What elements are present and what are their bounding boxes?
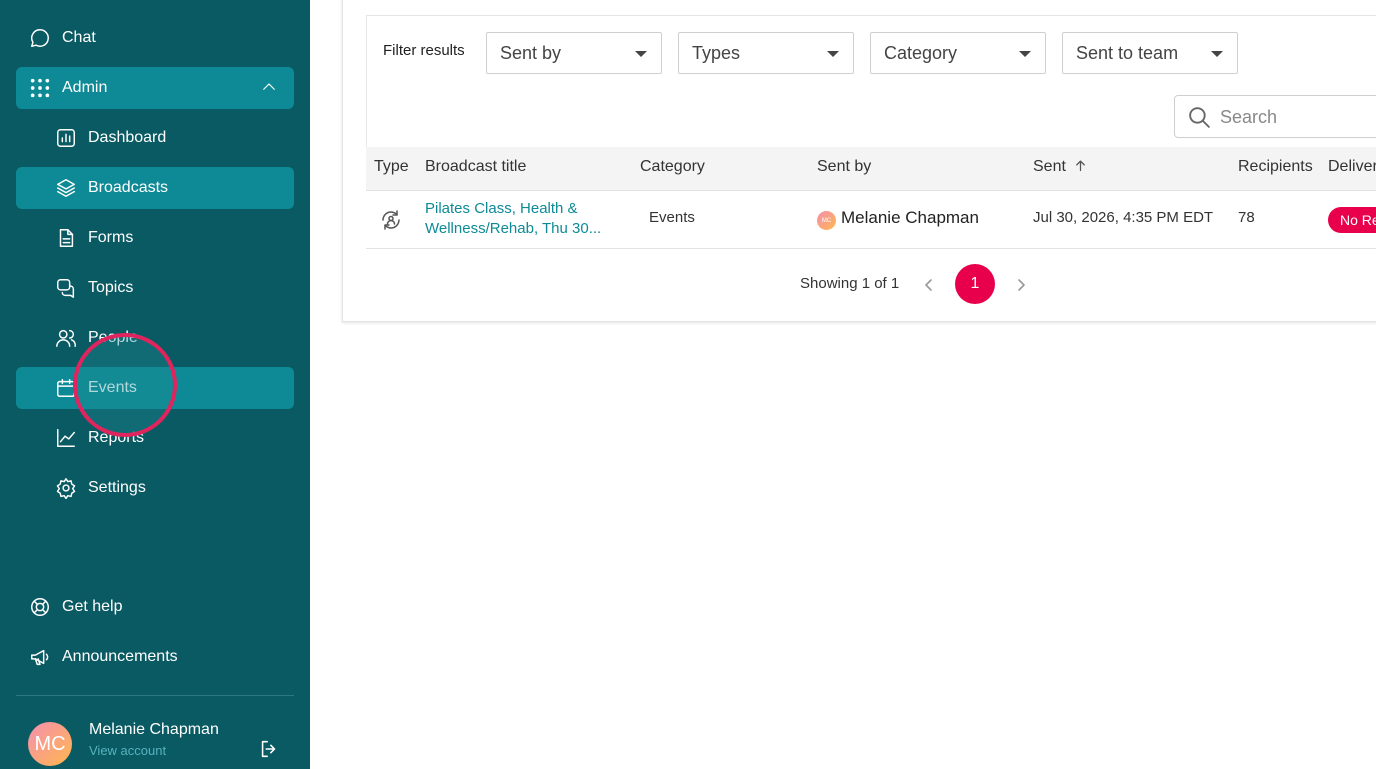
inner-border-left xyxy=(366,15,367,149)
category-dropdown[interactable]: Category xyxy=(870,32,1046,74)
people-icon xyxy=(54,326,78,350)
sidebar-item-label: Admin xyxy=(62,79,108,96)
caret-down-icon xyxy=(1211,51,1223,57)
sidebar-item-get-help[interactable]: Get help xyxy=(16,586,294,628)
sent-by-dropdown[interactable]: Sent by xyxy=(486,32,662,74)
megaphone-icon xyxy=(28,645,52,669)
caret-down-icon xyxy=(1019,51,1031,57)
sort-up-icon xyxy=(1076,160,1086,172)
user-name: Melanie Chapman xyxy=(89,721,219,738)
sidebar-item-label: Settings xyxy=(88,479,146,496)
pagination-summary: Showing 1 of 1 xyxy=(800,275,900,292)
search-icon xyxy=(1189,107,1210,128)
page-button-current[interactable]: 1 xyxy=(955,264,995,304)
sidebar-item-label: Announcements xyxy=(62,648,178,665)
sender-name: Melanie Chapman xyxy=(841,208,979,227)
column-header-category[interactable]: Category xyxy=(640,158,705,176)
sidebar-item-broadcasts[interactable]: Broadcasts xyxy=(16,167,294,209)
search-input[interactable] xyxy=(1220,104,1376,130)
chart-icon xyxy=(54,126,78,150)
view-account-link[interactable]: View account xyxy=(89,743,166,758)
calendar-icon xyxy=(54,376,78,400)
sidebar-item-people[interactable]: People xyxy=(16,317,294,359)
sidebar-item-label: People xyxy=(88,329,138,346)
sidebar-item-events[interactable]: Events xyxy=(16,367,294,409)
chevron-up-icon xyxy=(260,78,278,101)
document-icon xyxy=(54,226,78,250)
sidebar-item-forms[interactable]: Forms xyxy=(16,217,294,259)
dropdown-label: Category xyxy=(884,42,958,63)
avatar[interactable]: MC xyxy=(28,722,72,766)
grid-dots-icon xyxy=(28,76,52,100)
sender-avatar: MC xyxy=(817,211,836,230)
filter-label: Filter results xyxy=(383,42,465,59)
sidebar-item-settings[interactable]: Settings xyxy=(16,467,294,509)
sidebar-item-label: Chat xyxy=(62,29,96,46)
broadcast-title-link[interactable]: Pilates Class, Health & Wellness/Rehab, … xyxy=(425,199,625,239)
sent-date-cell: Jul 30, 2026, 4:35 PM EDT xyxy=(1033,209,1214,226)
column-header-sent-by[interactable]: Sent by xyxy=(817,158,871,176)
caret-down-icon xyxy=(635,51,647,57)
sidebar: Chat Admin Dashboard Broadcasts Forms To… xyxy=(0,0,310,769)
column-header-type[interactable]: Type xyxy=(374,158,409,176)
caret-down-icon xyxy=(827,51,839,57)
logout-icon[interactable] xyxy=(258,738,280,765)
sidebar-item-label: Get help xyxy=(62,598,123,615)
column-header-label: Sent xyxy=(1033,158,1066,175)
lifebuoy-icon xyxy=(28,595,52,619)
sent-to-team-dropdown[interactable]: Sent to team xyxy=(1062,32,1238,74)
status-badge: No Replies xyxy=(1328,207,1376,233)
sidebar-item-admin[interactable]: Admin xyxy=(16,67,294,109)
sidebar-item-announcements[interactable]: Announcements xyxy=(16,636,294,678)
sidebar-item-label: Reports xyxy=(88,429,145,446)
types-dropdown[interactable]: Types xyxy=(678,32,854,74)
gear-icon xyxy=(54,476,78,500)
user-account: MC Melanie Chapman View account xyxy=(28,720,288,766)
sidebar-item-label: Forms xyxy=(88,229,134,246)
recurring-broadcast-icon xyxy=(379,208,403,237)
previous-page-icon[interactable] xyxy=(921,277,937,293)
trend-icon xyxy=(54,426,78,450)
dropdown-label: Types xyxy=(692,42,741,63)
chat-bubble-icon xyxy=(28,26,52,50)
column-header-title[interactable]: Broadcast title xyxy=(425,158,526,176)
chat-bubbles-icon xyxy=(54,276,78,300)
dropdown-label: Sent to team xyxy=(1076,42,1179,63)
sidebar-item-reports[interactable]: Reports xyxy=(16,417,294,459)
sidebar-item-label: Broadcasts xyxy=(88,179,169,196)
sidebar-item-chat[interactable]: Chat xyxy=(16,17,294,59)
sidebar-item-label: Topics xyxy=(88,279,134,296)
category-cell: Events xyxy=(649,209,695,226)
sidebar-item-label: Dashboard xyxy=(88,129,167,146)
sidebar-item-dashboard[interactable]: Dashboard xyxy=(16,117,294,159)
recipients-cell: 78 xyxy=(1238,209,1255,226)
inner-border-top xyxy=(366,15,1376,16)
column-header-delivery[interactable]: Delivery xyxy=(1328,158,1376,176)
layers-icon xyxy=(54,176,78,200)
column-header-sent[interactable]: Sent xyxy=(1033,158,1088,176)
column-header-recipients[interactable]: Recipients xyxy=(1238,158,1313,176)
dropdown-label: Sent by xyxy=(500,42,562,63)
sidebar-item-topics[interactable]: Topics xyxy=(16,267,294,309)
next-page-icon[interactable] xyxy=(1013,277,1029,293)
sidebar-item-label: Events xyxy=(88,379,137,396)
search-box xyxy=(1174,95,1376,138)
sidebar-divider xyxy=(16,695,294,696)
